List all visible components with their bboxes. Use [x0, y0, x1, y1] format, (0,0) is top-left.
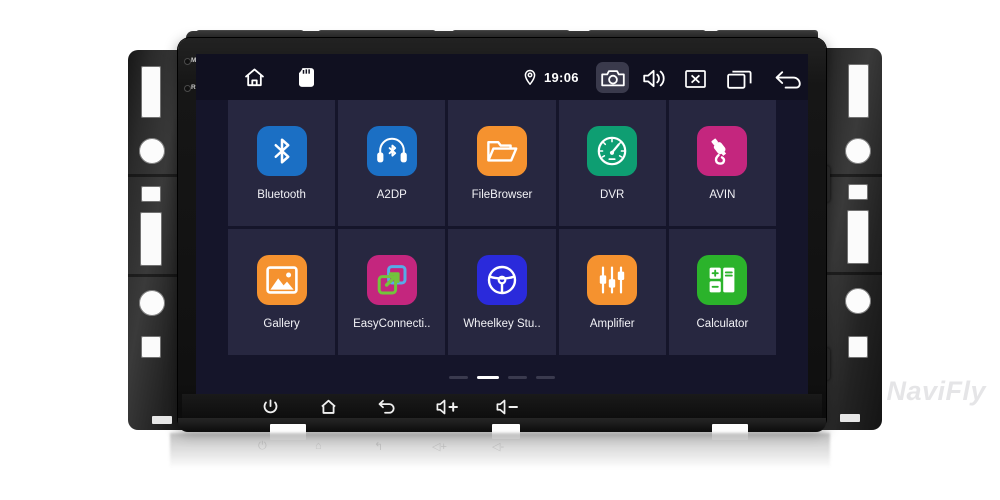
mic-port	[184, 58, 191, 65]
app-grid: Bluetooth A2DP FileBrowser DVR AVIN Gall…	[228, 100, 776, 355]
bluetooth-icon	[256, 125, 307, 176]
page-dot-2-active[interactable]	[477, 376, 499, 379]
status-time: 19:06	[544, 70, 579, 85]
recent-apps-icon[interactable]	[726, 68, 752, 89]
app-tile-amplifier[interactable]: Amplifier	[558, 229, 666, 355]
reflection-volup-icon: ◁+	[432, 441, 447, 453]
app-label: DVR	[600, 188, 625, 201]
reflection-power-icon: ⏻	[258, 440, 267, 452]
app-label: Gallery	[263, 317, 300, 330]
mount-clip-far-left	[152, 416, 172, 424]
audio-plug-icon	[697, 125, 748, 176]
app-tile-wheelkey-study[interactable]: Wheelkey Stu..	[448, 229, 556, 355]
close-box-icon[interactable]	[684, 69, 706, 88]
sd-card-icon[interactable]	[296, 66, 316, 88]
speedometer-icon	[587, 125, 638, 176]
back-arrow-icon[interactable]	[774, 68, 802, 89]
app-label: Amplifier	[589, 317, 635, 330]
volume-up-button[interactable]	[434, 398, 462, 416]
app-label: AVIN	[709, 188, 736, 201]
a2dp-headset-icon	[366, 125, 417, 176]
app-label: Calculator	[696, 317, 749, 330]
location-pin-icon	[522, 67, 538, 87]
app-tile-calculator[interactable]: Calculator	[668, 229, 776, 355]
status-bar: 19:06	[196, 54, 808, 100]
brand-watermark: NaviFly	[886, 376, 986, 406]
page-dot-1[interactable]	[449, 376, 468, 379]
app-label: FileBrowser	[471, 188, 533, 201]
volume-down-button[interactable]	[494, 398, 522, 416]
app-label: Bluetooth	[257, 188, 306, 201]
folder-icon	[476, 125, 527, 176]
app-label: Wheelkey Stu..	[463, 317, 541, 330]
steering-wheel-icon	[476, 254, 527, 305]
reflection-home-icon: ⌂	[315, 440, 322, 452]
app-tile-gallery[interactable]: Gallery	[228, 229, 336, 355]
screenshot-stage: MIC RST	[0, 0, 1000, 500]
mount-clip-far-right	[840, 414, 860, 422]
page-dot-4[interactable]	[536, 376, 555, 379]
lcd-screen: 19:06 Bluetooth A2DP FileBrowser DVR AVI…	[196, 54, 808, 394]
equalizer-icon	[587, 254, 638, 305]
speaker-volume-icon[interactable]	[642, 68, 666, 88]
power-button[interactable]	[260, 398, 280, 416]
page-dot-3[interactable]	[508, 376, 527, 379]
app-tile-filebrowser[interactable]: FileBrowser	[448, 100, 556, 226]
app-label: EasyConnecti..	[353, 317, 431, 330]
photo-icon	[256, 254, 307, 305]
reflection-voldown-icon: ◁-	[492, 441, 505, 453]
app-tile-dvr[interactable]: DVR	[558, 100, 666, 226]
app-tile-a2dp[interactable]: A2DP	[338, 100, 446, 226]
calculator-icon	[697, 254, 748, 305]
reset-port	[184, 85, 191, 92]
reflection-back-icon: ↰	[374, 441, 384, 453]
back-button[interactable]	[376, 398, 398, 416]
page-indicator[interactable]	[196, 376, 808, 379]
app-tile-easyconnection[interactable]: EasyConnecti..	[338, 229, 446, 355]
home-icon[interactable]	[242, 65, 266, 89]
app-tile-avin[interactable]: AVIN	[668, 100, 776, 226]
home-button[interactable]	[317, 398, 339, 416]
app-tile-bluetooth[interactable]: Bluetooth	[228, 100, 336, 226]
app-label: A2DP	[376, 188, 407, 201]
camera-icon[interactable]	[600, 68, 625, 88]
screen-mirror-icon	[366, 254, 417, 305]
hardware-button-bar	[182, 394, 822, 420]
